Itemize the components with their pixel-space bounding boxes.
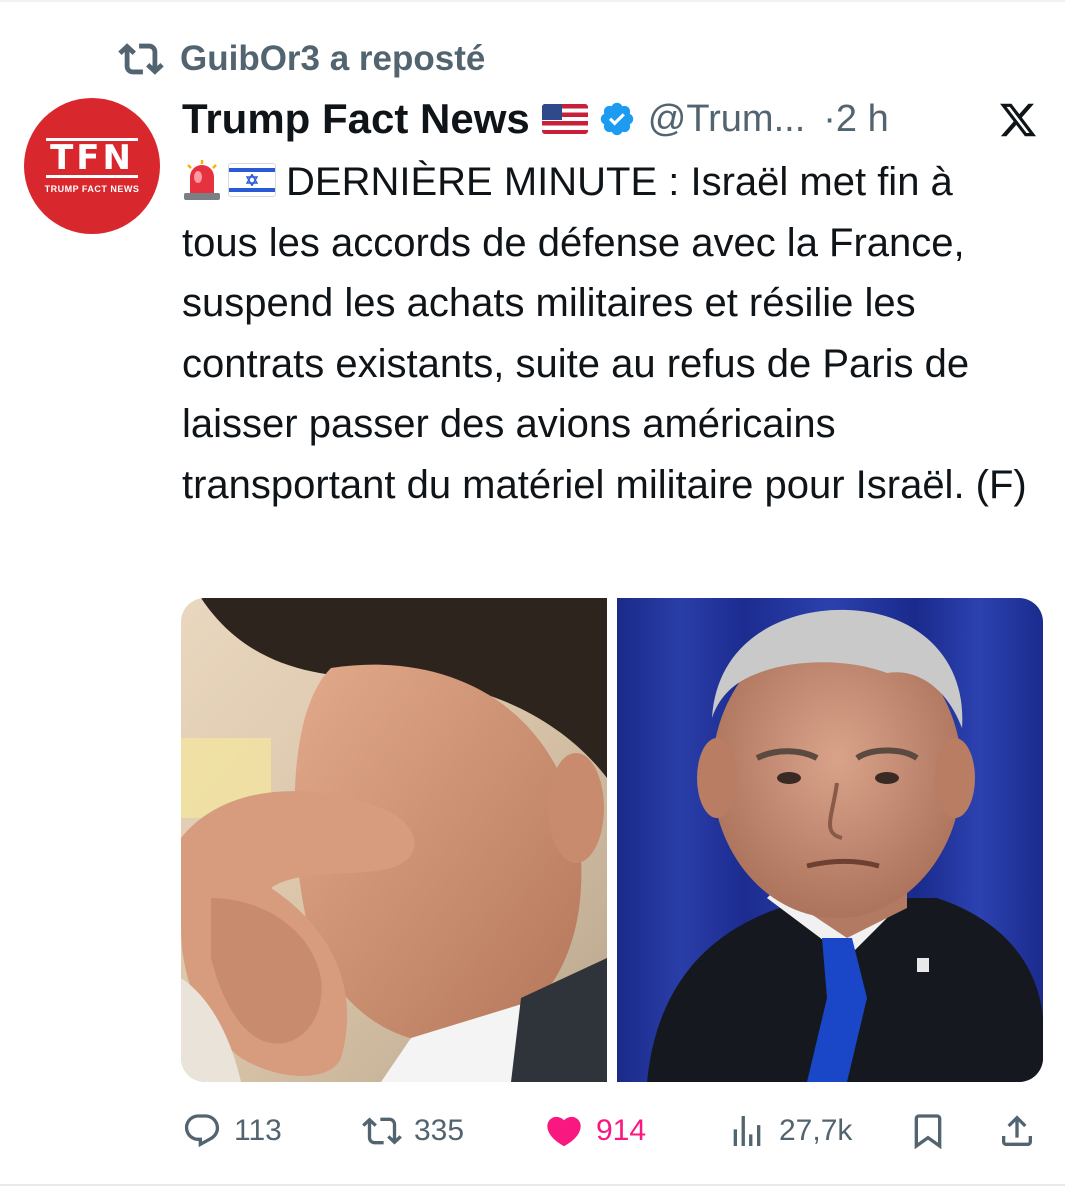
repost-button[interactable]: 335 <box>362 1106 464 1156</box>
repost-icon <box>118 43 164 75</box>
x-logo-icon[interactable] <box>998 100 1038 140</box>
tweet-card[interactable]: GuibOr3 a reposté TFN TRUMP FACT NEWS Tr… <box>0 0 1065 1200</box>
view-count: 27,7k <box>779 1114 853 1147</box>
reply-button[interactable]: 113 <box>182 1106 282 1156</box>
photo-man-blue-tie[interactable] <box>617 598 1043 1082</box>
heart-filled-icon <box>547 1116 581 1147</box>
verified-badge-icon[interactable] <box>598 100 636 138</box>
avatar-logo-subtext: TRUMP FACT NEWS <box>44 184 140 194</box>
tweet-text: DERNIÈRE MINUTE : Israël met fin à tous … <box>182 152 1032 515</box>
repost-context[interactable]: GuibOr3 a reposté <box>118 36 485 82</box>
reply-count: 113 <box>234 1114 282 1147</box>
repost-text[interactable]: GuibOr3 a reposté <box>180 39 485 79</box>
israel-flag-emoji <box>228 163 276 197</box>
action-bar: 113 335 914 27,7k <box>182 1106 1042 1156</box>
views-button[interactable]: 27,7k <box>727 1106 852 1156</box>
like-count: 914 <box>596 1114 647 1147</box>
us-flag-icon <box>541 104 588 134</box>
avatar-logo-text: TFN <box>46 138 138 178</box>
photo-man-hand-on-face[interactable] <box>181 598 607 1082</box>
media-grid <box>181 598 1043 1082</box>
avatar[interactable]: TFN TRUMP FACT NEWS <box>24 98 160 234</box>
like-button[interactable]: 914 <box>544 1106 646 1156</box>
share-icon <box>1002 1115 1032 1146</box>
display-name[interactable]: Trump Fact News <box>182 95 530 143</box>
share-button[interactable] <box>997 1106 1049 1156</box>
handle[interactable]: @Trum... <box>648 98 806 141</box>
views-chart-icon <box>733 1116 761 1146</box>
divider-top <box>0 0 1065 2</box>
siren-emoji <box>182 158 222 200</box>
repost-count: 335 <box>414 1114 465 1147</box>
bookmark-button[interactable] <box>908 1106 960 1156</box>
divider-bottom <box>0 1184 1065 1186</box>
reply-icon <box>184 1114 220 1148</box>
tweet-body: DERNIÈRE MINUTE : Israël met fin à tous … <box>182 160 1027 507</box>
tweet-header: Trump Fact News @Trum... ·2 h <box>182 92 1042 146</box>
repost-action-icon <box>362 1117 402 1145</box>
timestamp[interactable]: ·2 h <box>823 98 888 141</box>
bookmark-icon <box>914 1114 942 1150</box>
